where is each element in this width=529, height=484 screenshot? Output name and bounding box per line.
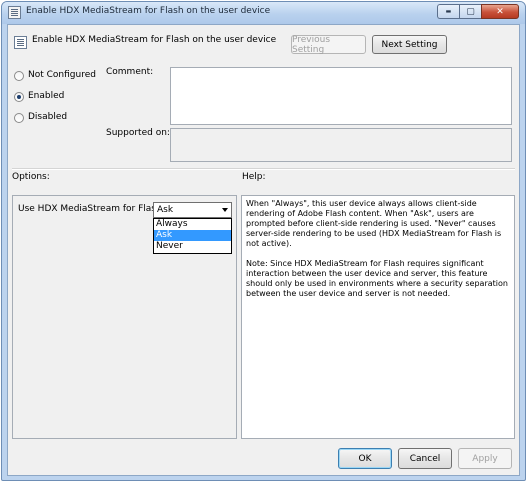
options-label: Options: [12, 172, 50, 182]
hdx-mode-value: Ask [157, 205, 174, 215]
cancel-button[interactable]: Cancel [398, 448, 452, 469]
radio-enabled[interactable] [14, 92, 24, 102]
supported-on-label: Supported on: [106, 128, 170, 138]
policy-dialog-window: Enable HDX MediaStream for Flash on the … [1, 1, 526, 481]
hdx-mode-dropdown-list: Always Ask Never [153, 218, 232, 254]
apply-button[interactable]: Apply [458, 448, 512, 469]
supported-on-field [170, 128, 512, 162]
policy-name: Enable HDX MediaStream for Flash on the … [32, 35, 277, 45]
help-text: When "Always", this user device always a… [246, 199, 508, 309]
minimize-button[interactable]: ▬ [437, 4, 459, 19]
chevron-down-icon [222, 208, 228, 212]
comment-label: Comment: [106, 67, 154, 77]
hdx-mode-select[interactable]: Ask [153, 202, 232, 218]
previous-setting-button[interactable]: Previous Setting [291, 35, 366, 55]
policy-setting-icon [14, 36, 27, 49]
dropdown-option-ask[interactable]: Ask [154, 230, 231, 241]
separator [12, 168, 515, 170]
title-bar[interactable]: Enable HDX MediaStream for Flash on the … [2, 2, 525, 24]
close-icon: ✕ [496, 6, 504, 17]
help-paragraph: Note: Since HDX MediaStream for Flash re… [246, 259, 508, 298]
policy-icon [8, 6, 21, 19]
radio-disabled[interactable] [14, 113, 24, 123]
help-label: Help: [242, 172, 266, 182]
caption-buttons: ▬ ▢ ✕ [437, 4, 519, 20]
maximize-button[interactable]: ▢ [459, 4, 481, 19]
dropdown-option-always[interactable]: Always [154, 219, 231, 230]
radio-not-configured-label[interactable]: Not Configured [28, 70, 96, 80]
use-hdx-label: Use HDX MediaStream for Flash [18, 204, 162, 214]
comment-textarea[interactable] [170, 67, 512, 125]
help-paragraph: When "Always", this user device always a… [246, 199, 502, 248]
next-setting-button[interactable]: Next Setting [372, 35, 447, 54]
dialog-client-area: Enable HDX MediaStream for Flash on the … [7, 24, 520, 476]
radio-enabled-label[interactable]: Enabled [28, 91, 64, 101]
window-title: Enable HDX MediaStream for Flash on the … [26, 6, 271, 16]
help-panel: When "Always", this user device always a… [241, 195, 515, 439]
maximize-icon: ▢ [466, 6, 475, 17]
ok-button[interactable]: OK [338, 448, 392, 469]
dropdown-option-never[interactable]: Never [154, 241, 231, 252]
radio-not-configured[interactable] [14, 71, 24, 81]
minimize-icon: ▬ [445, 8, 452, 15]
close-button[interactable]: ✕ [481, 4, 519, 19]
options-panel: Use HDX MediaStream for Flash Ask Always… [12, 195, 237, 439]
radio-disabled-label[interactable]: Disabled [28, 112, 67, 122]
